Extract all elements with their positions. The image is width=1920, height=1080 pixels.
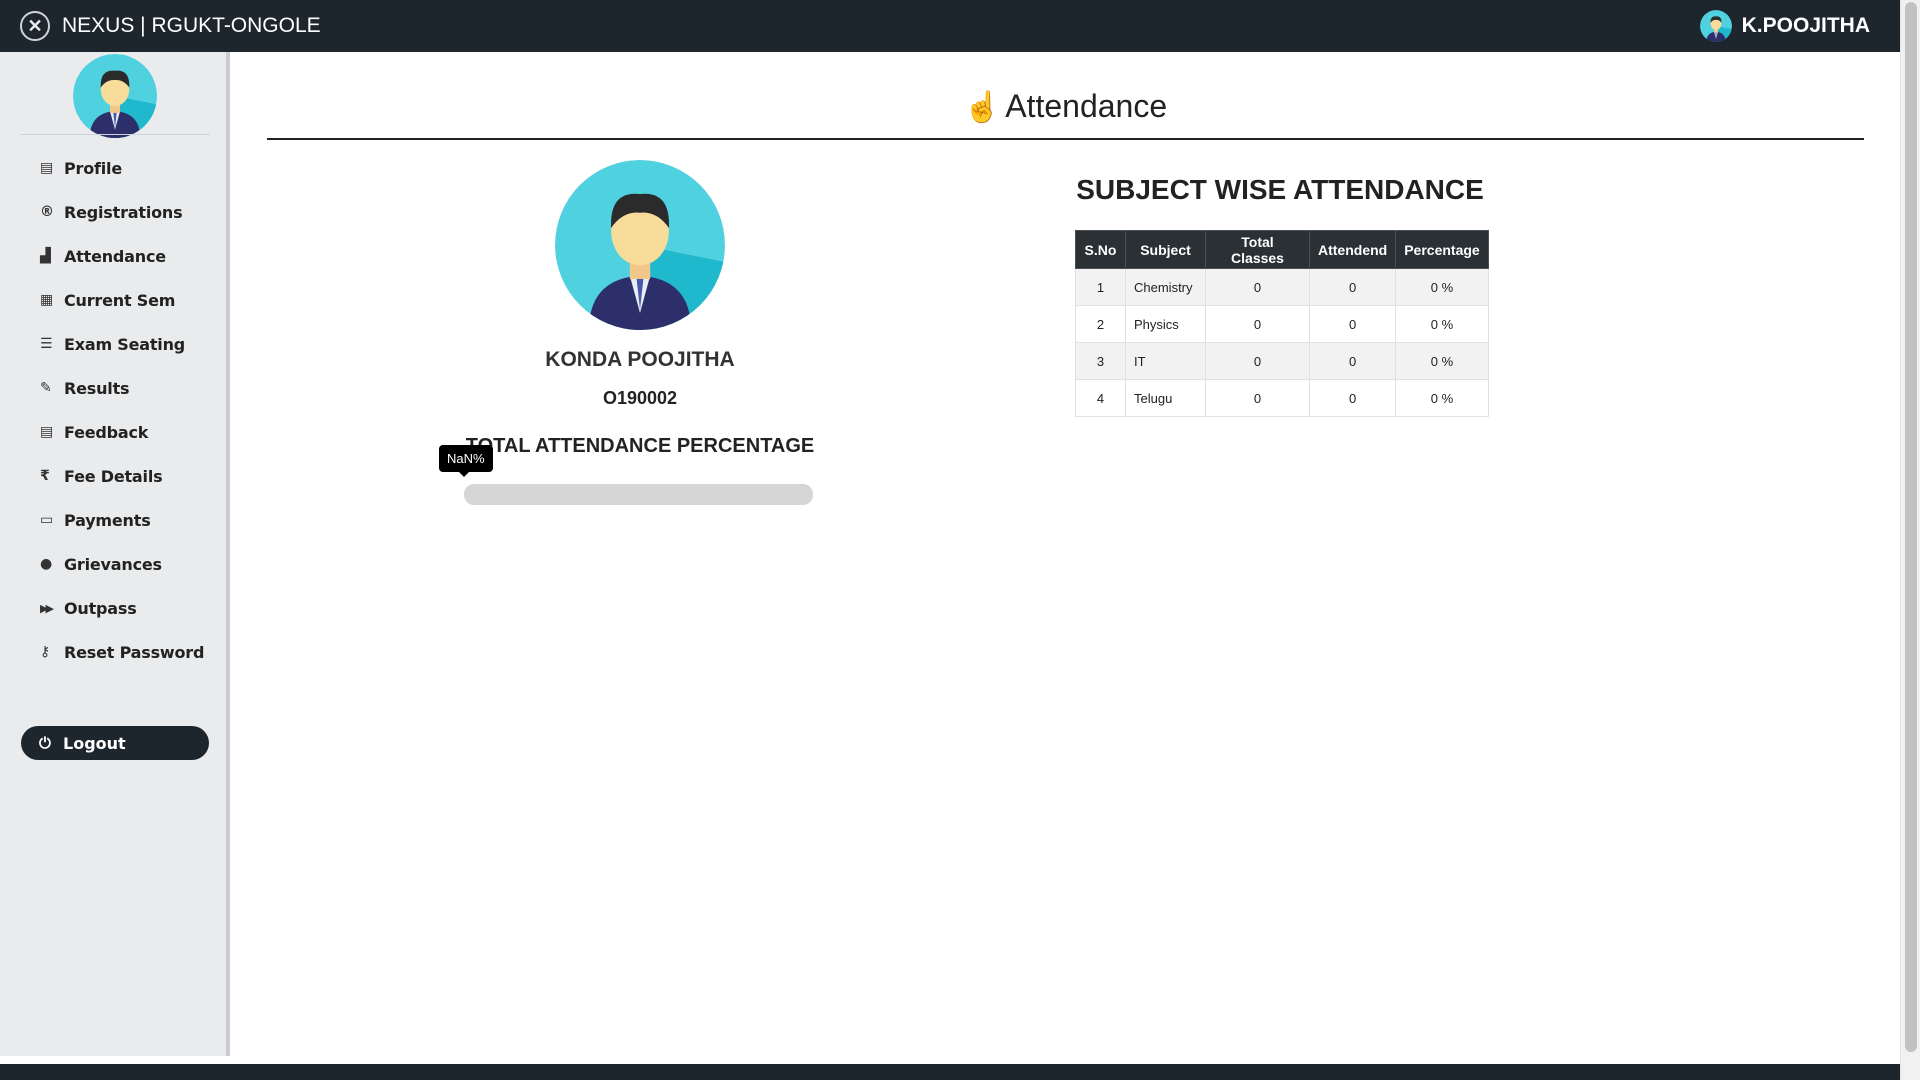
cell-percentage: 0 % [1395, 379, 1489, 417]
sidebar-item-fee-details[interactable]: ₹ Fee Details [20, 454, 210, 498]
id-card-icon: ▤ [40, 160, 54, 176]
user-avatar [1699, 10, 1732, 42]
table-icon: ▦ [40, 292, 54, 308]
sidebar-item-label: Current Sem [64, 290, 176, 310]
logout-button[interactable]: ⏻ Logout [21, 726, 209, 760]
col-header-sno: S.No [1075, 230, 1126, 269]
cell-sno: 3 [1075, 342, 1126, 380]
cell-subject: Chemistry [1125, 268, 1206, 306]
col-header-percentage: Percentage [1395, 230, 1489, 269]
page-scrollbar[interactable] [1900, 0, 1920, 1080]
page-title-text: Attendance [1005, 88, 1168, 124]
sidebar-item-label: Feedback [64, 422, 149, 442]
cell-sno: 1 [1075, 268, 1126, 306]
brand-title: NEXUS | RGUKT-ONGOLE [62, 14, 321, 37]
sidebar-divider [20, 134, 210, 135]
cell-attended: 0 [1308, 342, 1397, 380]
total-attendance-label: TOTAL ATTENDANCE PERCENTAGE [465, 435, 815, 457]
col-header-subject: Subject [1125, 230, 1206, 269]
sidebar-item-registrations[interactable]: ® Registrations [20, 190, 210, 234]
sidebar-item-profile[interactable]: ▤ Profile [20, 146, 210, 190]
sliders-icon: ☰ [40, 336, 53, 352]
sidebar-item-label: Grievances [64, 554, 162, 574]
cell-sno: 4 [1075, 379, 1126, 417]
col-header-total-classes: Total Classes [1205, 230, 1310, 269]
sidebar-item-label: Profile [64, 158, 122, 178]
sidebar-item-outpass[interactable]: ▶▶ Outpass [20, 586, 210, 630]
table-row: 2 Physics 0 0 0 % [1075, 305, 1489, 343]
footer [0, 1064, 1900, 1080]
col-header-attended: Attendend [1308, 230, 1397, 269]
cell-total: 0 [1205, 379, 1310, 417]
student-profile-card: KONDA POOJITHA O190002 TOTAL ATTENDANCE … [440, 160, 840, 458]
user-name: K.POOJITHA [1741, 14, 1870, 37]
page-title: ☝ Attendance [267, 88, 1864, 125]
cell-subject: Physics [1125, 305, 1206, 343]
fast-forward-icon: ▶▶ [40, 601, 54, 615]
logout-label: Logout [63, 733, 126, 753]
table-row: 3 IT 0 0 0 % [1075, 342, 1489, 380]
brand[interactable]: ✕ NEXUS | RGUKT-ONGOLE [20, 11, 321, 41]
cell-sno: 2 [1075, 305, 1126, 343]
cell-total: 0 [1205, 305, 1310, 343]
sidebar-item-label: Exam Seating [64, 334, 186, 354]
cell-attended: 0 [1308, 268, 1397, 306]
credit-card-icon: ▭ [40, 512, 54, 528]
sidebar-item-label: Registrations [64, 202, 183, 222]
cell-subject: Telugu [1125, 379, 1206, 417]
sidebar-item-payments[interactable]: ▭ Payments [20, 498, 210, 542]
user-menu[interactable]: K.POOJITHA [1699, 10, 1870, 42]
list-alt-icon: ▤ [40, 424, 54, 440]
sidebar-item-current-sem[interactable]: ▦ Current Sem [20, 278, 210, 322]
table-row: 4 Telugu 0 0 0 % [1075, 379, 1489, 417]
subject-wise-title: SUBJECT WISE ATTENDANCE [1076, 174, 1484, 205]
bar-chart-icon: ▟ [40, 248, 51, 264]
sidebar-avatar [73, 54, 157, 138]
cell-percentage: 0 % [1395, 305, 1489, 343]
sidebar-menu: ▤ Profile ® Registrations ▟ Attendance ▦ Cur… [20, 146, 210, 674]
student-name: KONDA POOJITHA [545, 348, 735, 371]
sidebar-item-label: Fee Details [64, 466, 163, 486]
title-divider [267, 138, 1864, 140]
comment-icon: ● [40, 556, 53, 572]
sidebar-item-label: Payments [64, 510, 151, 530]
student-id: O190002 [602, 388, 678, 408]
hand-pointer-icon: ☝ [963, 91, 1002, 124]
sidebar-item-label: Outpass [64, 598, 137, 618]
key-icon: ⚷ [40, 644, 51, 660]
subject-attendance-table: S.No Subject Total Classes Attendend Per… [1075, 230, 1489, 417]
top-navbar: ✕ NEXUS | RGUKT-ONGOLE K.POOJITHA [0, 0, 1900, 52]
cell-total: 0 [1205, 342, 1310, 380]
cell-total: 0 [1205, 268, 1310, 306]
edit-icon: ✎ [40, 380, 52, 396]
power-icon: ⏻ [39, 734, 51, 752]
nexus-logo-icon: ✕ [20, 11, 50, 41]
table-row: 1 Chemistry 0 0 0 % [1075, 268, 1489, 306]
sidebar-item-label: Results [64, 378, 130, 398]
sidebar-item-results[interactable]: ✎ Results [20, 366, 210, 410]
sidebar-item-reset-password[interactable]: ⚷ Reset Password [20, 630, 210, 674]
sidebar-item-feedback[interactable]: ▤ Feedback [20, 410, 210, 454]
sidebar-item-label: Reset Password [64, 642, 205, 662]
progress-tooltip: NaN% [439, 445, 493, 477]
table-header-row: S.No Subject Total Classes Attendend Per… [1075, 230, 1489, 269]
student-avatar [555, 160, 725, 330]
cell-percentage: 0 % [1395, 268, 1489, 306]
sidebar-item-label: Attendance [64, 246, 166, 266]
sidebar-item-exam-seating[interactable]: ☰ Exam Seating [20, 322, 210, 366]
cell-attended: 0 [1308, 379, 1397, 417]
cell-percentage: 0 % [1395, 342, 1489, 380]
sidebar: ▤ Profile ® Registrations ▟ Attendance ▦ Cur… [0, 52, 230, 1056]
scrollbar-thumb[interactable] [1905, 2, 1917, 1052]
attendance-progress-bar [464, 484, 813, 505]
registered-icon: ® [40, 204, 54, 220]
rupee-icon: ₹ [40, 468, 50, 484]
sidebar-item-grievances[interactable]: ● Grievances [20, 542, 210, 586]
sidebar-item-attendance[interactable]: ▟ Attendance [20, 234, 210, 278]
cell-subject: IT [1125, 342, 1206, 380]
cell-attended: 0 [1308, 305, 1397, 343]
